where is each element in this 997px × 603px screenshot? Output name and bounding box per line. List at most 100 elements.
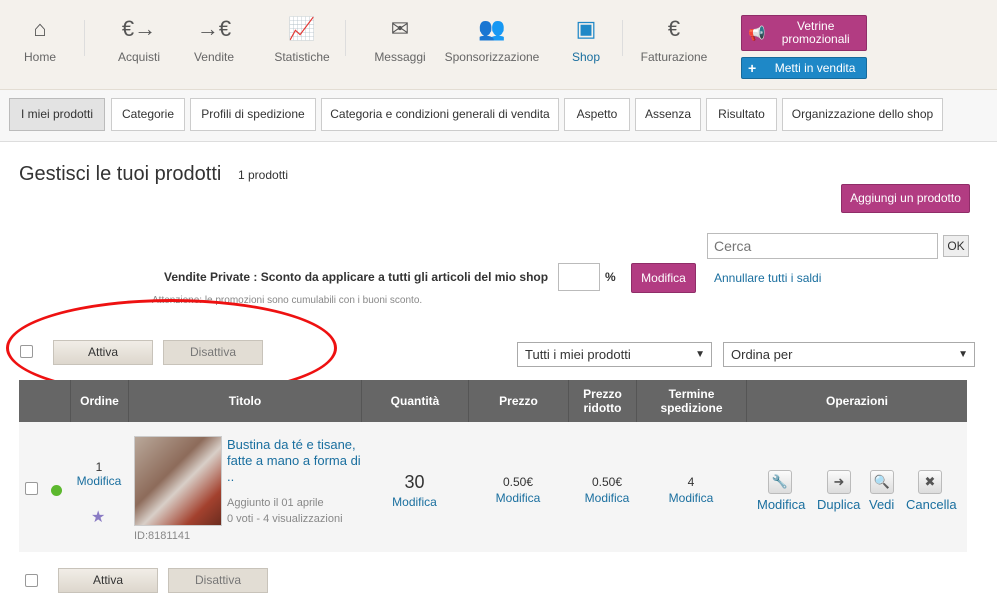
home-icon: ⌂ [33, 16, 47, 41]
nav-label: Shop [571, 50, 601, 64]
nav-home[interactable]: ⌂ Home [0, 14, 80, 64]
nav-fatturazione[interactable]: € Fatturazione [634, 14, 714, 64]
tab-sales-conditions[interactable]: Categoria e condizioni generali di vendi… [321, 98, 559, 131]
tab-absence[interactable]: Assenza [635, 98, 701, 131]
magnifier-icon[interactable]: 🔍 [870, 470, 894, 494]
wrench-icon[interactable]: 🔧 [768, 470, 792, 494]
header-checkbox-col [19, 380, 70, 422]
deactivate-button[interactable]: Disattiva [163, 340, 263, 365]
product-id: ID:8181141 [134, 530, 191, 542]
page-title: Gestisci le tuoi prodotti [19, 163, 222, 185]
nav-acquisti[interactable]: €→ Acquisti [99, 14, 179, 64]
tab-my-products[interactable]: I miei prodotti [9, 98, 105, 131]
header-operations: Operazioni [746, 380, 967, 422]
promo-button-label: Vetrine promozionali [781, 19, 850, 46]
op-view-link[interactable]: Vedi [869, 497, 894, 512]
header-order: Ordine [70, 380, 128, 422]
op-duplicate-link[interactable]: Duplica [817, 497, 860, 512]
activate-button-bottom[interactable]: Attiva [58, 568, 158, 593]
price-value: 0.50€ [502, 475, 534, 489]
product-count: 1 prodotti [238, 168, 289, 182]
nav-label: Acquisti [117, 50, 161, 64]
shop-tabs: I miei prodotti Categorie Profili di spe… [0, 90, 997, 142]
op-edit-link[interactable]: Modifica [757, 497, 805, 512]
nav-vendite[interactable]: →€ Vendite [174, 14, 254, 64]
quantity-value: 30 [404, 472, 425, 492]
nav-divider [84, 20, 85, 56]
cancel-all-sales-link[interactable]: Annullare tutti i saldi [714, 271, 821, 285]
megaphone-icon: 📢 [748, 24, 766, 41]
invoice-icon: € [667, 16, 681, 41]
product-title-link[interactable]: Bustina da té e tisane, fatte a mano a f… [227, 437, 362, 485]
discount-percent-input[interactable] [558, 263, 600, 291]
nav-messaggi[interactable]: ✉ Messaggi [360, 14, 440, 64]
nav-label: Statistiche [274, 50, 330, 64]
tab-shipping-profiles[interactable]: Profili di spedizione [190, 98, 316, 131]
reduced-price-edit-link[interactable]: Modifica [568, 491, 646, 505]
plus-icon: + [748, 60, 757, 76]
row-checkbox[interactable] [25, 482, 38, 495]
euro-in-icon: €→ [121, 16, 157, 41]
product-filter-select[interactable]: Tutti i miei prodotti ▼ [517, 342, 712, 367]
add-product-button[interactable]: Aggiungi un prodotto [841, 184, 970, 213]
close-icon[interactable]: ✖ [918, 470, 942, 494]
sell-button-label: Metti in vendita [774, 61, 856, 75]
select-all-checkbox[interactable] [20, 345, 33, 358]
nav-label: Vendite [193, 50, 235, 64]
chart-icon: 📈 [288, 16, 316, 41]
sort-value: Ordina per [731, 347, 793, 362]
top-navigation: ⌂ Home €→ Acquisti →€ Vendite 📈 Statisti… [0, 0, 997, 90]
header-price: Prezzo [468, 380, 568, 422]
apply-discount-button[interactable]: Modifica [631, 263, 696, 293]
nav-divider [345, 20, 346, 56]
table-header: Ordine Titolo Quantità Prezzo Prezzo rid… [19, 380, 967, 422]
search-ok-button[interactable]: OK [943, 235, 969, 257]
nav-statistiche[interactable]: 📈 Statistiche [262, 14, 342, 64]
arrow-right-icon[interactable]: ➜ [827, 470, 851, 494]
star-icon[interactable]: ★ [91, 507, 105, 527]
header-quantity: Quantità [361, 380, 468, 422]
nav-label: Sponsorizzazione [444, 50, 540, 64]
select-all-checkbox-bottom[interactable] [25, 574, 38, 587]
price-edit-link[interactable]: Modifica [468, 491, 568, 505]
filter-value: Tutti i miei prodotti [525, 347, 631, 362]
quantity-edit-link[interactable]: Modifica [361, 495, 468, 509]
private-sales-label: Vendite Private : Sconto da applicare a … [164, 270, 549, 284]
nav-shop[interactable]: ▣ Shop [546, 14, 626, 64]
active-status-dot [51, 485, 62, 496]
header-reduced-price: Prezzo ridotto [568, 380, 636, 422]
sell-button[interactable]: + Metti in vendita [741, 57, 867, 79]
sort-select[interactable]: Ordina per ▼ [723, 342, 975, 367]
shipping-term-edit-link[interactable]: Modifica [646, 491, 736, 505]
promo-windows-button[interactable]: 📢 Vetrine promozionali [741, 15, 867, 51]
product-added-date: Aggiunto il 01 aprile [227, 497, 324, 509]
percent-sign: % [605, 270, 616, 284]
nav-label: Messaggi [374, 50, 426, 64]
sponsor-icon: 👥 [478, 16, 506, 41]
messages-icon: ✉ [390, 16, 410, 41]
op-delete-link[interactable]: Cancella [906, 497, 957, 512]
product-stats: 0 voti - 4 visualizzazioni [227, 513, 343, 525]
order-edit-link[interactable]: Modifica [70, 474, 128, 488]
nav-sponsorizzazione[interactable]: 👥 Sponsorizzazione [444, 14, 540, 64]
product-thumbnail[interactable] [134, 436, 222, 526]
header-shipping-term: Termine spedizione [636, 380, 746, 422]
tab-result[interactable]: Risultato [706, 98, 777, 131]
nav-divider [622, 20, 623, 56]
nav-label: Home [23, 50, 56, 64]
tab-appearance[interactable]: Aspetto [564, 98, 630, 131]
dropdown-arrow-icon: ▼ [958, 349, 968, 360]
euro-out-icon: →€ [196, 16, 232, 41]
deactivate-button-bottom[interactable]: Disattiva [168, 568, 268, 593]
shop-icon: ▣ [575, 16, 597, 41]
header-title: Titolo [128, 380, 361, 422]
tab-categories[interactable]: Categorie [111, 98, 185, 131]
tab-shop-organization[interactable]: Organizzazione dello shop [782, 98, 943, 131]
shipping-term-value: 4 [687, 475, 695, 489]
nav-label: Fatturazione [640, 50, 708, 64]
order-value: 1 [95, 460, 103, 474]
reduced-price-value: 0.50€ [591, 475, 623, 489]
dropdown-arrow-icon: ▼ [695, 349, 705, 360]
activate-button[interactable]: Attiva [53, 340, 153, 365]
search-input[interactable] [707, 233, 938, 259]
